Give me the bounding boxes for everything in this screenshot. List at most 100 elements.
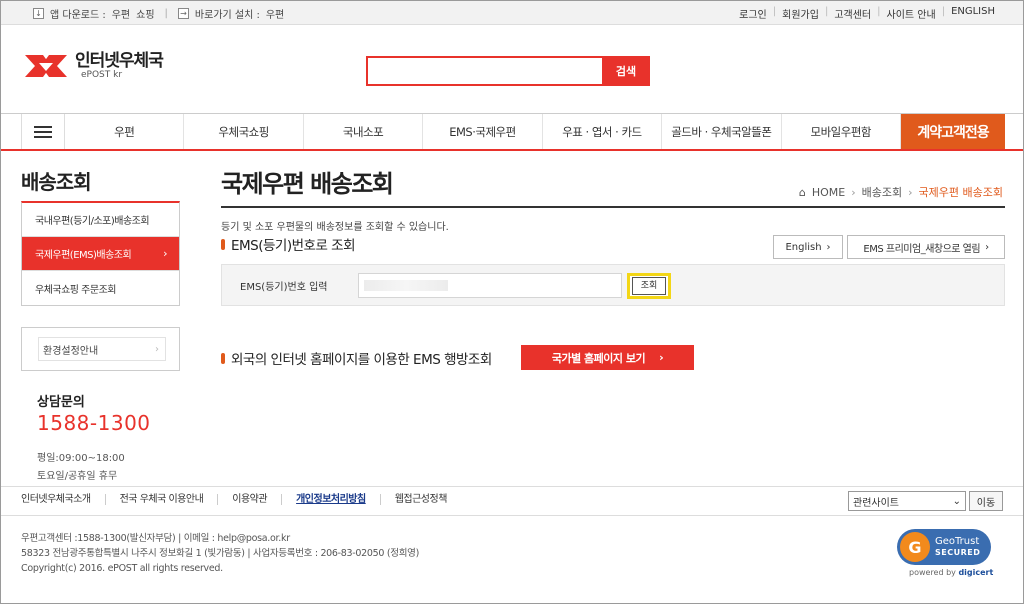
footer-link-branches[interactable]: 전국 우체국 이용안내 [106,494,219,505]
logo-text-kr: 인터넷우체국 [75,51,164,71]
chevron-right-icon: › [659,351,664,364]
english-link[interactable]: ENGLISH [951,6,995,21]
utility-right: 로그인 | 회원가입 | 고객센터 | 사이트 안내 | ENGLISH [739,6,995,21]
sidebar-item-international-tracking[interactable]: 국제우편(EMS)배송조회 › [22,237,179,271]
nav-item-domestic-parcel[interactable]: 국내소포 [304,114,424,149]
nav-item-goldbar[interactable]: 골드바 · 우체국알뜰폰 [662,114,782,149]
nav-item-post[interactable]: 우편 [65,114,185,149]
search-input[interactable] [366,56,602,86]
sidebar-item-label: 국내우편(등기/소포)배송조회 [35,216,150,227]
breadcrumb-home[interactable]: HOME [812,186,845,199]
breadcrumb-tracking[interactable]: 배송조회 [862,184,902,200]
chevron-right-icon: › [908,185,913,199]
epost-logo-icon [25,55,67,77]
app-download-label: 앱 다운로드 : [50,10,106,21]
env-settings-box: 환경설정안내 › [21,327,180,371]
nav-item-mobile-mailbox[interactable]: 모바일우편함 [782,114,901,149]
logo-text-en: ePOST kr [81,70,123,80]
footer-info: 우편고객센터 :1588-1300(발신자부담) | 이메일 : help@po… [21,531,419,576]
search-box: 검색 [366,56,650,86]
powered-by-label: powered by [909,568,956,577]
powered-by: powered by digicert [909,568,993,577]
chevron-down-icon: ⌄ [952,495,961,507]
digicert-label: digicert [958,568,994,577]
shortcut-icon: → [177,8,189,19]
footer-copyright: Copyright(c) 2016. ePOST all rights rese… [21,563,223,574]
geotrust-icon: G [900,532,930,562]
bullet-icon [221,352,225,364]
title-divider [221,206,1005,208]
chevron-right-icon: › [985,241,989,253]
utility-left: ↓ 앱 다운로드 : 우편 쇼핑 | → 바로가기 설치 : 우편 [33,6,284,21]
lookup-button[interactable]: 조회 [627,273,671,299]
page-title: 국제우편 배송조회 [221,170,394,198]
ems-input-box: EMS(등기)번호 입력 조회 [221,264,1005,306]
breadcrumb-current: 국제우편 배송조회 [918,186,1003,199]
geotrust-name: GeoTrust [935,536,980,547]
related-sites-select[interactable]: 관련사이트 ⌄ [848,491,966,511]
nav-item-ems[interactable]: EMS·국제우편 [423,114,543,149]
footer-link-accessibility[interactable]: 웹접근성정책 [381,494,461,505]
consult-phone: 1588-1300 [37,411,151,435]
divider: | [941,6,946,17]
login-link[interactable]: 로그인 [739,6,767,21]
english-button[interactable]: English › [773,235,843,259]
sidebar-item-shopping-order[interactable]: 우체국쇼핑 주문조회 [22,271,179,305]
divider: | [164,8,168,19]
english-button-label: English [785,241,822,253]
consult-hours-weekday: 평일:09:00~18:00 [37,453,125,464]
footer-link-privacy[interactable]: 개인정보처리방침 [282,494,381,505]
footer-link-terms[interactable]: 이용약관 [218,494,283,505]
sidebar-item-label: 국제우편(EMS)배송조회 [35,250,132,261]
ems-input-label: EMS(등기)번호 입력 [240,282,328,293]
utility-bar: ↓ 앱 다운로드 : 우편 쇼핑 | → 바로가기 설치 : 우편 로그인 | … [1,1,1023,25]
redacted-value [364,280,448,291]
section-ems-number: EMS(등기)번호로 조회 [221,234,356,254]
geotrust-seal[interactable]: G GeoTrust SECURED powered by digicert [897,529,997,581]
footer-info-address: 58323 전남광주통합특별시 나주시 정보화길 1 (빛가람동) | 사업자등… [21,548,419,559]
geotrust-badge: G GeoTrust SECURED [897,529,991,565]
country-homepage-button[interactable]: 국가별 홈페이지 보기 › [521,345,694,370]
sidebar-item-domestic-tracking[interactable]: 국내우편(등기/소포)배송조회 [22,203,179,237]
home-icon: ⌂ [798,185,806,199]
page-description: 등기 및 소포 우편물의 배송정보를 조회할 수 있습니다. [221,222,449,233]
shortcut-label: 바로가기 설치 : [194,10,260,21]
section-title: 외국의 인터넷 홈페이지를 이용한 EMS 행방조회 [231,352,492,368]
customer-center-link[interactable]: 고객센터 [834,6,871,21]
signup-link[interactable]: 회원가입 [782,6,819,21]
app-link-post[interactable]: 우편 [112,6,130,21]
divider: | [772,6,777,17]
geotrust-secured: SECURED [935,548,981,557]
ems-premium-label: EMS 프리미엄_새창으로 열림 [863,243,981,255]
nav-item-stamps[interactable]: 우표 · 엽서 · 카드 [543,114,663,149]
divider: | [824,6,829,17]
env-settings-label: 환경설정안내 [43,345,99,357]
divider: | [877,6,881,17]
chevron-right-icon: › [826,241,831,253]
search-button[interactable]: 검색 [602,56,650,86]
chevron-right-icon: › [851,185,856,199]
breadcrumb: ⌂ HOME › 배송조회 › 국제우편 배송조회 [799,184,1003,200]
env-settings-link[interactable]: 환경설정안내 › [38,337,166,361]
consult-title: 상담문의 [37,395,85,410]
section-title: EMS(등기)번호로 조회 [231,238,356,254]
epost-logo[interactable]: 인터넷우체국 ePOST kr [23,51,164,81]
sidebar-item-label: 우체국쇼핑 주문조회 [35,284,116,296]
bullet-icon [221,238,225,250]
chevron-right-icon: › [163,247,167,260]
footer-link-about[interactable]: 인터넷우체국소개 [21,494,106,505]
footer-nav: 인터넷우체국소개 전국 우체국 이용안내 이용약관 개인정보처리방침 웹접근성정… [1,486,1023,516]
nav-item-contract-customers[interactable]: 계약고객전용 [900,114,1005,149]
app-link-shop[interactable]: 쇼핑 [136,6,154,21]
ems-premium-button[interactable]: EMS 프리미엄_새창으로 열림 › [847,235,1005,259]
nav-item-shopping[interactable]: 우체국쇼핑 [184,114,304,149]
country-homepage-label: 국가별 홈페이지 보기 [551,351,646,365]
footer-info-contact: 우편고객센터 :1588-1300(발신자부담) | 이메일 : help@po… [21,533,290,544]
browser-frame: ↓ 앱 다운로드 : 우편 쇼핑 | → 바로가기 설치 : 우편 로그인 | … [0,0,1024,604]
sidebar-menu: 국내우편(등기/소포)배송조회 국제우편(EMS)배송조회 › 우체국쇼핑 주문조… [21,201,180,306]
consult-hours-weekend: 토요일/공휴일 휴무 [37,471,118,482]
hamburger-menu-icon[interactable] [21,114,65,149]
site-guide-link[interactable]: 사이트 안내 [887,6,936,21]
shortcut-link-post[interactable]: 우편 [266,6,284,21]
go-button[interactable]: 이동 [969,491,1003,511]
